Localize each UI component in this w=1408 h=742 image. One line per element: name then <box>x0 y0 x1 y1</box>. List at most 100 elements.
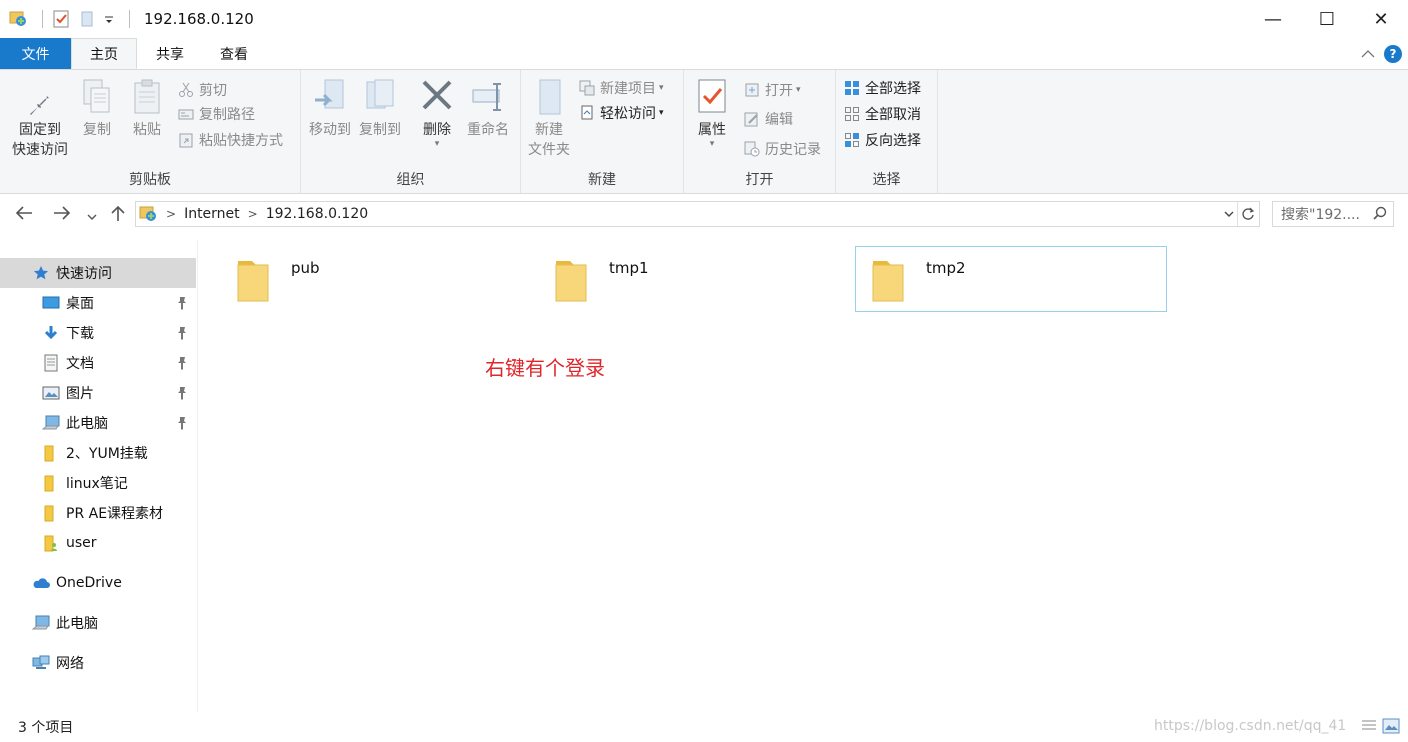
sidebar-item-label: 下载 <box>66 326 94 342</box>
scissors-icon <box>178 82 194 98</box>
move-to-button[interactable]: 移动到 <box>307 78 353 140</box>
edit-button[interactable]: 编辑 <box>744 107 793 131</box>
invert-selection-button[interactable]: 反向选择 <box>844 128 921 152</box>
back-arrow-icon[interactable] <box>14 204 34 227</box>
cloud-icon <box>32 574 50 592</box>
select-group: 全部选择 全部取消 反向选择 选择 <box>836 70 938 193</box>
up-arrow-icon[interactable] <box>110 204 126 227</box>
pin-icon[interactable] <box>176 296 188 310</box>
delete-button[interactable]: 删除 ▾ <box>417 78 457 149</box>
copy-path-label: 复制路径 <box>199 107 255 123</box>
copy-path-button[interactable]: 复制路径 <box>178 102 255 126</box>
copy-button[interactable]: 复制 <box>78 78 116 140</box>
move-to-label: 移动到 <box>309 122 351 138</box>
sidebar-item-label: PR AE课程素材 <box>66 506 164 522</box>
new-item-button[interactable]: 新建项目 ▾ <box>579 76 664 100</box>
sidebar-item-label: 文档 <box>66 356 94 372</box>
copy-to-label: 复制到 <box>359 122 401 138</box>
tab-view[interactable]: 查看 <box>203 38 265 69</box>
quick-access-toolbar <box>8 0 138 38</box>
select-group-label: 选择 <box>872 172 901 188</box>
sidebar-item-network[interactable]: 网络 <box>0 648 196 678</box>
sidebar-item-quick-access[interactable]: 快速访问 <box>0 258 196 288</box>
select-none-button[interactable]: 全部取消 <box>844 102 921 126</box>
download-icon <box>42 324 60 342</box>
paste-label: 粘贴 <box>133 122 161 138</box>
file-list-view: pub tmp1 tmp2 <box>200 240 1408 712</box>
open-button[interactable]: 打开 ▾ <box>744 78 801 102</box>
properties-button[interactable]: 属性 ▾ <box>692 78 732 149</box>
chevron-down-icon: ▾ <box>659 108 664 118</box>
folder-item-pub[interactable]: pub <box>220 246 532 312</box>
breadcrumb-separator[interactable]: > <box>248 207 258 221</box>
address-dropdown-chevron-icon[interactable] <box>1223 202 1235 226</box>
copy-to-button[interactable]: 复制到 <box>357 78 403 140</box>
chevron-up-icon[interactable] <box>1358 44 1378 64</box>
cut-button[interactable]: 剪切 <box>178 78 227 102</box>
network-location-icon[interactable] <box>8 9 28 29</box>
copy-path-icon <box>178 106 194 122</box>
copy-to-icon <box>363 78 397 116</box>
pin-icon[interactable] <box>176 356 188 370</box>
sidebar-item-documents[interactable]: 文档 <box>0 348 196 378</box>
sidebar-item-downloads[interactable]: 下载 <box>0 318 196 348</box>
search-input[interactable]: 搜索"192.... <box>1272 201 1394 227</box>
new-folder-icon <box>532 78 566 116</box>
pin-to-quick-access-button[interactable]: 固定到 快速访问 <box>8 78 72 160</box>
close-button[interactable]: ✕ <box>1354 0 1408 38</box>
breadcrumb-separator[interactable]: > <box>166 207 176 221</box>
paste-button[interactable]: 粘贴 <box>128 78 166 140</box>
sidebar-item-pr-ae[interactable]: PR AE课程素材 <box>0 498 196 528</box>
recent-locations-chevron-icon[interactable] <box>86 207 98 228</box>
sidebar-item-pictures[interactable]: 图片 <box>0 378 196 408</box>
sidebar-item-linux-notes[interactable]: linux笔记 <box>0 468 196 498</box>
refresh-icon[interactable] <box>1237 202 1257 226</box>
sidebar-item-desktop[interactable]: 桌面 <box>0 288 196 318</box>
tab-file[interactable]: 文件 <box>0 38 71 69</box>
sidebar-item-label: 网络 <box>56 656 84 672</box>
pin-icon[interactable] <box>176 326 188 340</box>
user-folder-icon <box>42 534 60 552</box>
tab-home[interactable]: 主页 <box>71 38 137 69</box>
details-view-icon[interactable] <box>1360 718 1378 734</box>
pin-icon <box>23 78 57 116</box>
help-icon[interactable]: ? <box>1384 44 1402 63</box>
new-folder-button[interactable]: 新建 文件夹 <box>525 78 573 160</box>
breadcrumb-host[interactable]: 192.168.0.120 <box>266 206 368 222</box>
select-all-button[interactable]: 全部选择 <box>844 76 921 100</box>
sidebar-item-yum-folder[interactable]: 2、YUM挂载 <box>0 438 196 468</box>
network-icon <box>32 654 50 672</box>
paste-shortcut-button[interactable]: 粘贴快捷方式 <box>178 128 283 152</box>
new-folder-label-line2: 文件夹 <box>528 142 570 158</box>
history-button[interactable]: 历史记录 <box>744 137 821 161</box>
sidebar-item-onedrive[interactable]: OneDrive <box>0 568 196 598</box>
maximize-button[interactable]: ☐ <box>1300 0 1354 38</box>
select-all-label: 全部选择 <box>865 81 921 97</box>
sidebar-item-user[interactable]: user <box>0 528 196 558</box>
large-icons-view-icon[interactable] <box>1382 718 1400 734</box>
sidebar-item-this-pc[interactable]: 此电脑 <box>0 608 196 638</box>
pin-icon[interactable] <box>176 416 188 430</box>
new-folder-icon[interactable] <box>77 9 97 29</box>
chevron-down-icon[interactable] <box>103 9 115 29</box>
address-bar[interactable]: > Internet > 192.168.0.120 <box>135 201 1260 227</box>
folder-icon <box>870 255 906 303</box>
easy-access-button[interactable]: 轻松访问 ▾ <box>579 101 664 125</box>
forward-arrow-icon[interactable] <box>52 204 72 227</box>
title-bar: 192.168.0.120 — ☐ ✕ <box>0 0 1408 38</box>
folder-item-tmp2[interactable]: tmp2 <box>855 246 1167 312</box>
new-folder-label-line1: 新建 <box>535 122 563 138</box>
pin-icon[interactable] <box>176 386 188 400</box>
rename-button[interactable]: 重命名 <box>463 78 513 140</box>
desktop-icon <box>42 294 60 312</box>
tab-share[interactable]: 共享 <box>137 38 203 69</box>
properties-check-icon[interactable] <box>51 9 71 29</box>
minimize-button[interactable]: — <box>1246 0 1300 38</box>
breadcrumb-internet[interactable]: Internet <box>184 206 240 222</box>
paste-shortcut-icon <box>178 132 194 148</box>
pencil-icon <box>744 111 760 127</box>
view-switcher <box>1356 718 1400 734</box>
folder-item-tmp1[interactable]: tmp1 <box>538 246 850 312</box>
window-title: 192.168.0.120 <box>144 10 254 28</box>
sidebar-item-this-pc-pinned[interactable]: 此电脑 <box>0 408 196 438</box>
